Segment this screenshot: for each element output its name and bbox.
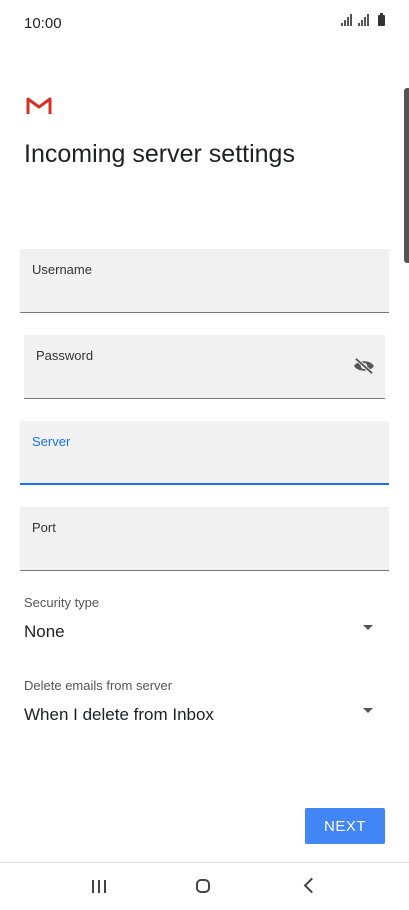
status-icons — [341, 13, 385, 26]
security-type-value[interactable]: None — [24, 622, 385, 642]
battery-icon — [378, 13, 385, 26]
server-input[interactable] — [32, 456, 336, 475]
signal-icon — [341, 14, 352, 26]
recent-apps-icon[interactable] — [92, 880, 106, 893]
delete-emails-select[interactable]: Delete emails from server When I delete … — [24, 678, 385, 725]
home-icon[interactable] — [196, 879, 210, 893]
signal-icon — [358, 14, 369, 26]
username-input[interactable] — [32, 285, 336, 304]
server-field[interactable]: Server — [20, 421, 389, 485]
back-icon[interactable] — [303, 877, 320, 894]
visibility-off-icon[interactable] — [353, 357, 375, 375]
security-type-select[interactable]: Security type None — [24, 595, 385, 642]
page-title: Incoming server settings — [24, 140, 295, 168]
port-field[interactable]: Port — [20, 507, 389, 571]
scrollbar[interactable] — [404, 88, 409, 263]
password-label: Password — [36, 348, 94, 363]
delete-emails-value[interactable]: When I delete from Inbox — [24, 705, 385, 725]
next-button[interactable]: NEXT — [305, 808, 385, 844]
navigation-bar — [0, 863, 409, 910]
dropdown-arrow-icon[interactable] — [363, 625, 373, 630]
status-time: 10:00 — [24, 15, 62, 32]
gmail-icon — [26, 97, 52, 114]
password-input[interactable] — [36, 371, 320, 390]
username-field[interactable]: Username — [20, 249, 389, 313]
delete-emails-label: Delete emails from server — [24, 678, 173, 693]
password-field[interactable]: Password — [24, 335, 385, 399]
username-label: Username — [32, 262, 92, 277]
dropdown-arrow-icon[interactable] — [363, 708, 373, 713]
security-type-label: Security type — [24, 595, 100, 610]
server-label: Server — [32, 434, 71, 449]
port-input[interactable] — [32, 543, 336, 562]
port-label: Port — [32, 520, 56, 535]
status-bar: 10:00 — [0, 0, 409, 48]
